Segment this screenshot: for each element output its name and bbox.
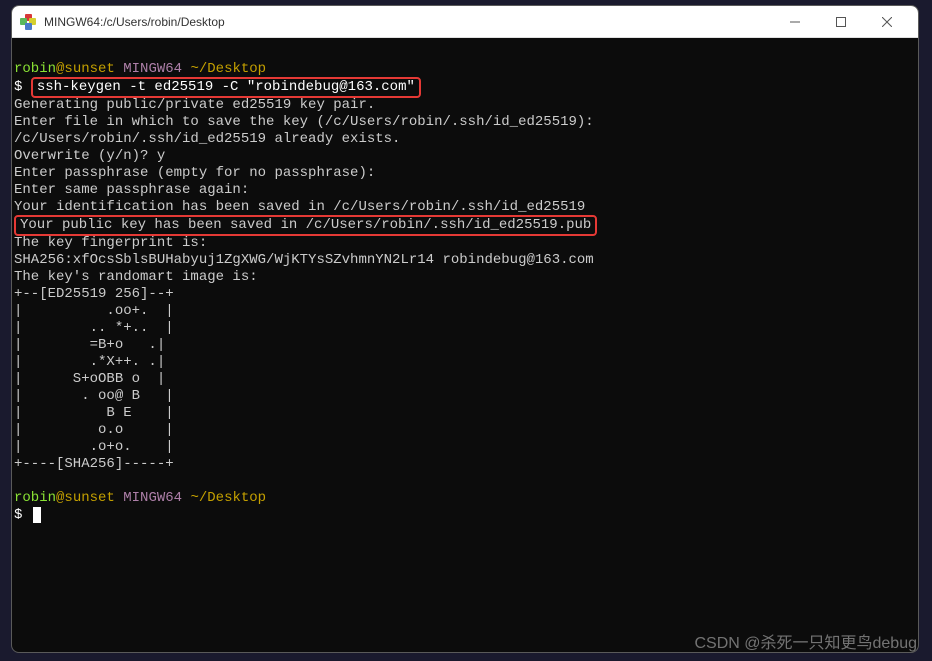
output-line: The key's randomart image is: (14, 269, 258, 285)
terminal-window: MINGW64:/c/Users/robin/Desktop robin@sun… (11, 5, 919, 653)
randomart-line: +----[SHA256]-----+ (14, 456, 174, 472)
prompt-user: robin (14, 61, 56, 77)
prompt-dollar: $ (14, 79, 31, 95)
window-title: MINGW64:/c/Users/robin/Desktop (44, 15, 772, 29)
terminal-output[interactable]: robin@sunset MINGW64 ~/Desktop $ ssh-key… (12, 38, 918, 547)
randomart-line: | B E | (14, 405, 174, 421)
output-line: SHA256:xfOcsSblsBUHabyuj1ZgXWG/WjKTYsSZv… (14, 252, 594, 268)
watermark-text: CSDN @杀死一只知更鸟debug (694, 629, 917, 653)
prompt-path: ~/Desktop (190, 61, 266, 77)
minimize-button[interactable] (772, 6, 818, 38)
output-line: Enter passphrase (empty for no passphras… (14, 165, 375, 181)
randomart-line: | . oo@ B | (14, 388, 174, 404)
randomart-line: +--[ED25519 256]--+ (14, 286, 174, 302)
output-line: The key fingerprint is: (14, 235, 207, 251)
output-line: /c/Users/robin/.ssh/id_ed25519 already e… (14, 131, 400, 147)
output-line: Enter same passphrase again: (14, 182, 249, 198)
randomart-line: | o.o | (14, 422, 174, 438)
output-pubkey-line: Your public key has been saved in /c/Use… (20, 217, 591, 233)
cursor-icon (33, 507, 41, 523)
prompt-path: ~/Desktop (190, 490, 266, 506)
prompt-user: robin (14, 490, 56, 506)
randomart-line: | S+oOBB o | (14, 371, 165, 387)
window-controls (772, 6, 910, 38)
output-line: Enter file in which to save the key (/c/… (14, 114, 594, 130)
randomart-line: | .o+o. | (14, 439, 174, 455)
command-highlight: ssh-keygen -t ed25519 -C "robindebug@163… (31, 77, 421, 98)
randomart-line: | =B+o .| (14, 337, 165, 353)
close-button[interactable] (864, 6, 910, 38)
titlebar[interactable]: MINGW64:/c/Users/robin/Desktop (12, 6, 918, 38)
maximize-button[interactable] (818, 6, 864, 38)
git-bash-icon (20, 14, 36, 30)
prompt-host: sunset (64, 490, 114, 506)
prompt-host: sunset (64, 61, 114, 77)
output-line: Your identification has been saved in /c… (14, 199, 585, 215)
prompt-mingw: MINGW64 (115, 490, 191, 506)
randomart-line: | .oo+. | (14, 303, 174, 319)
pubkey-highlight: Your public key has been saved in /c/Use… (14, 215, 597, 236)
output-line: Generating public/private ed25519 key pa… (14, 97, 375, 113)
randomart-line: | .*X++. .| (14, 354, 165, 370)
prompt-mingw: MINGW64 (115, 61, 191, 77)
ssh-keygen-command: ssh-keygen -t ed25519 -C "robindebug@163… (37, 79, 415, 95)
randomart-line: | .. *+.. | (14, 320, 174, 336)
output-line: Overwrite (y/n)? y (14, 148, 165, 164)
prompt-dollar: $ (14, 507, 31, 523)
